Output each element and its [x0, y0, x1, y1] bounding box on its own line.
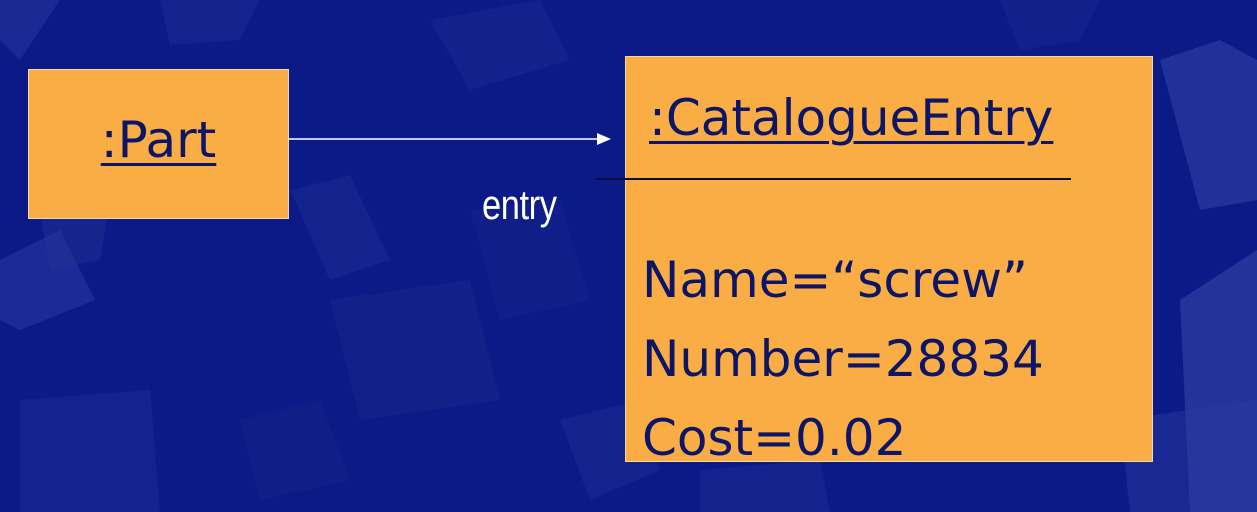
- attribute-name: Name=“screw”: [642, 251, 1028, 309]
- attribute-cost: Cost=0.02: [642, 409, 907, 467]
- attribute-list: Name=“screw” Number=28834 Cost=0.02: [642, 241, 1044, 478]
- catalogue-entry-object-box: :CatalogueEntry Name=“screw” Number=2883…: [625, 56, 1153, 467]
- association-role-label: entry: [482, 181, 557, 228]
- catalogue-entry-object-name: :CatalogueEntry: [649, 89, 1054, 147]
- compartment-divider: [596, 178, 1071, 180]
- part-object-name: :Part: [100, 111, 217, 169]
- part-object-box: :Part: [28, 69, 289, 219]
- attribute-number: Number=28834: [642, 330, 1044, 388]
